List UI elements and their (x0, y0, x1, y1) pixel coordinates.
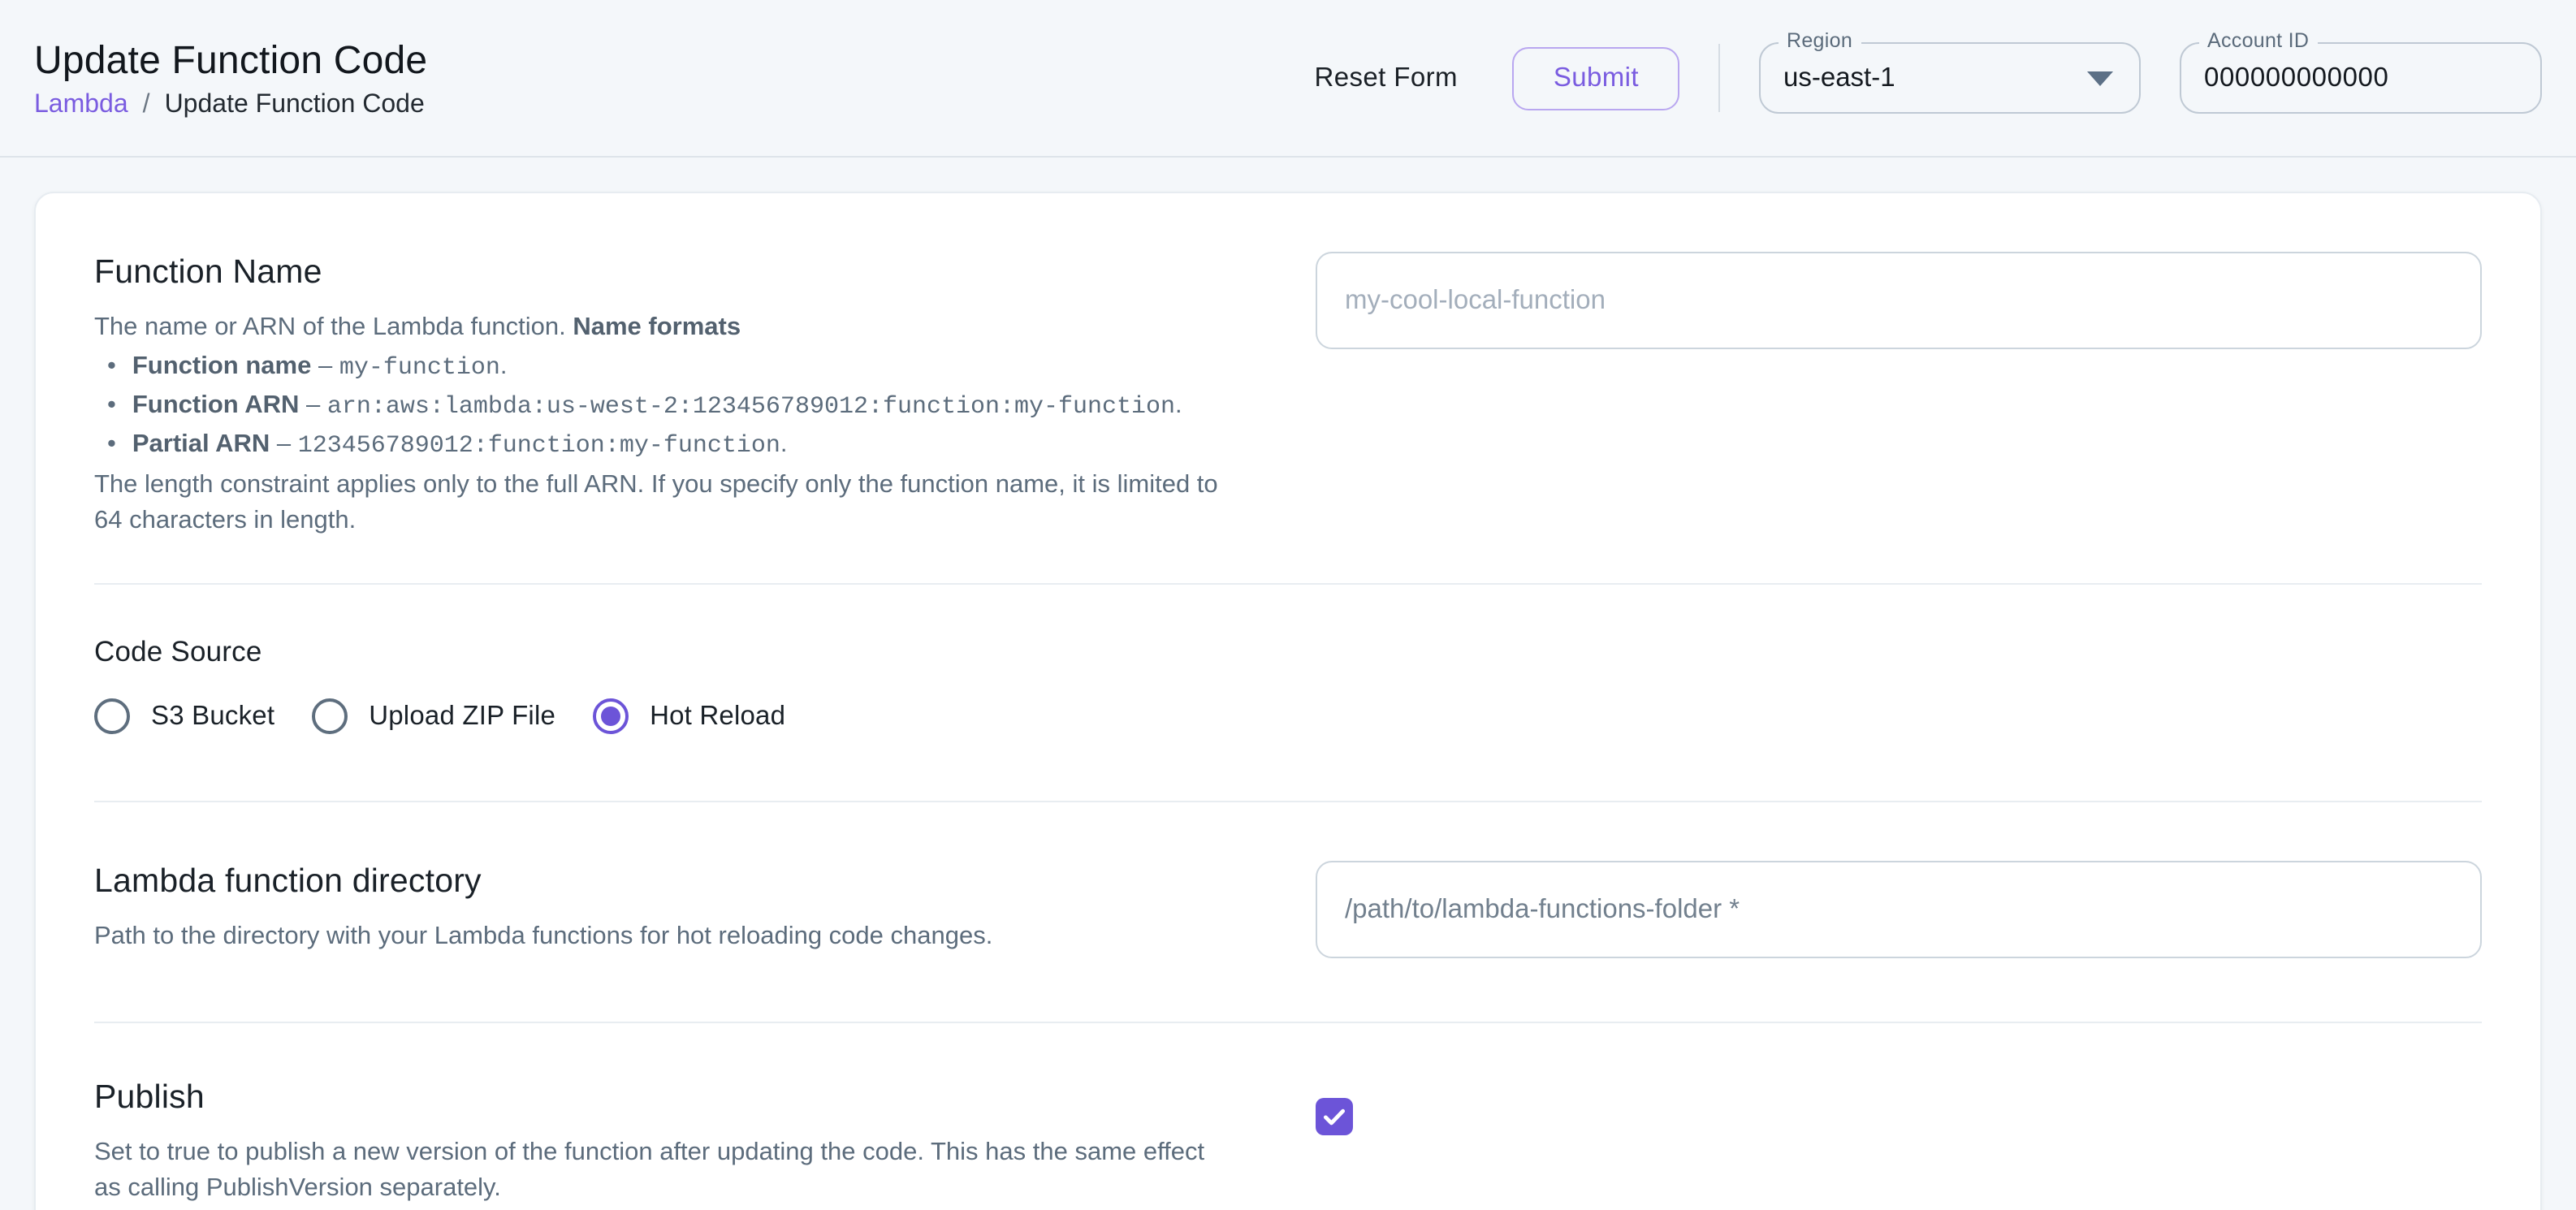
directory-input[interactable] (1316, 861, 2482, 958)
account-id-input[interactable] (2204, 63, 2518, 93)
directory-info: Lambda function directory Path to the di… (94, 861, 1247, 954)
account-id-label: Account ID (2199, 29, 2317, 54)
chevron-down-icon (2087, 71, 2113, 85)
breadcrumb-lambda-link[interactable]: Lambda (34, 89, 128, 120)
function-name-input-wrap (1316, 252, 2482, 349)
function-name-info: Function Name The name or ARN of the Lam… (94, 252, 1247, 542)
region-select[interactable]: Region us-east-1 (1759, 42, 2141, 114)
function-name-heading: Function Name (94, 252, 1247, 295)
function-name-constraint-note: The length constraint applies only to th… (94, 467, 1247, 542)
reset-form-button[interactable]: Reset Form (1299, 50, 1474, 106)
publish-description: Set to true to publish a new version of … (94, 1135, 1231, 1207)
form-card: Function Name The name or ARN of the Lam… (34, 192, 2542, 1210)
publish-info: Publish Set to true to publish a new ver… (94, 1077, 1247, 1206)
radio-icon (94, 698, 130, 734)
code-source-heading: Code Source (94, 634, 2482, 672)
name-format-list: Function name – my-function. Function AR… (94, 348, 1247, 464)
check-icon (1320, 1103, 1348, 1130)
radio-s3-bucket[interactable]: S3 Bucket (94, 698, 274, 734)
publish-checkbox-wrap (1316, 1077, 2482, 1135)
submit-button[interactable]: Submit (1513, 46, 1679, 110)
function-name-intro: The name or ARN of the Lambda function. (94, 313, 573, 340)
list-item: Function name – my-function. (107, 348, 1247, 385)
section-function-name: Function Name The name or ARN of the Lam… (94, 252, 2482, 584)
function-name-input[interactable] (1316, 252, 2482, 349)
list-item: Function ARN – arn:aws:lambda:us-west-2:… (107, 388, 1247, 425)
account-id-field: Account ID (2180, 42, 2542, 114)
code-source-radio-group: S3 Bucket Upload ZIP File Hot Reload (94, 698, 2482, 734)
section-publish: Publish Set to true to publish a new ver… (94, 1023, 2482, 1210)
page-header: Update Function Code Lambda / Update Fun… (0, 0, 2576, 158)
section-code-source: Code Source S3 Bucket Upload ZIP File Ho… (94, 586, 2482, 802)
header-titles: Update Function Code Lambda / Update Fun… (34, 35, 427, 121)
header-actions: Reset Form Submit Region us-east-1 Accou… (1299, 42, 2543, 114)
publish-checkbox[interactable] (1316, 1098, 1353, 1135)
breadcrumb-current: Update Function Code (165, 89, 425, 120)
app-viewport: Update Function Code Lambda / Update Fun… (0, 0, 2576, 1210)
directory-input-wrap (1316, 861, 2482, 958)
directory-description: Path to the directory with your Lambda f… (94, 919, 1247, 955)
header-divider (1718, 44, 1720, 112)
radio-checked-icon (593, 698, 629, 734)
region-select-label: Region (1779, 29, 1861, 54)
radio-icon (312, 698, 348, 734)
radio-hot-reload[interactable]: Hot Reload (593, 698, 785, 734)
directory-heading: Lambda function directory (94, 861, 1247, 904)
breadcrumb-separator: / (143, 89, 150, 120)
function-name-intro-bold: Name formats (573, 313, 741, 340)
list-item: Partial ARN – 123456789012:function:my-f… (107, 427, 1247, 464)
function-name-description: The name or ARN of the Lambda function. … (94, 309, 1247, 542)
breadcrumb: Lambda / Update Function Code (34, 89, 427, 120)
region-select-value: us-east-1 (1783, 63, 2087, 93)
page-title: Update Function Code (34, 38, 427, 83)
publish-heading: Publish (94, 1077, 1247, 1120)
radio-upload-zip[interactable]: Upload ZIP File (312, 698, 555, 734)
section-directory: Lambda function directory Path to the di… (94, 802, 2482, 1022)
